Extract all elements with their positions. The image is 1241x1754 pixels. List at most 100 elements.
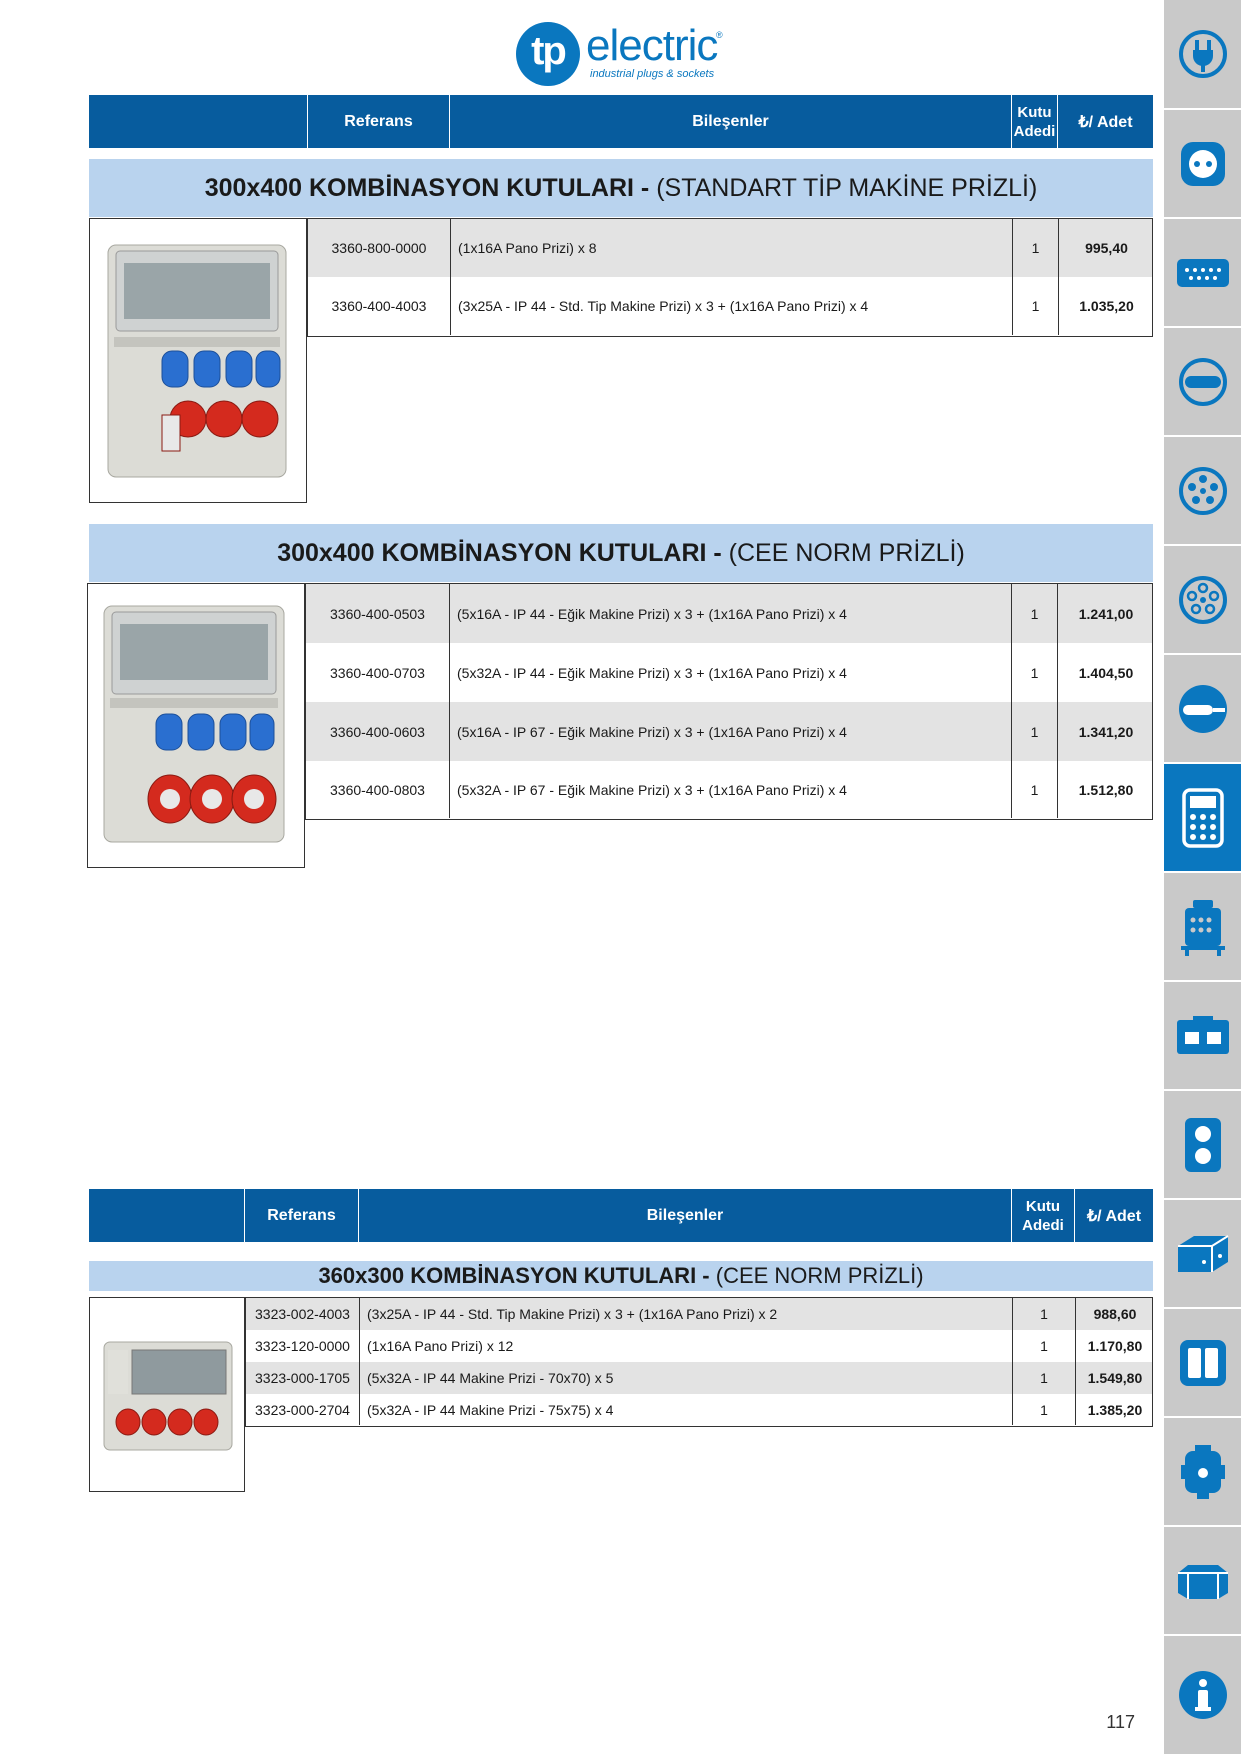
cell-qty: 1 bbox=[1012, 219, 1058, 277]
cell-price: 995,40 bbox=[1058, 219, 1154, 277]
sidebar-tab-multi-pin-plug[interactable] bbox=[1164, 546, 1241, 655]
sidebar-tab-connector-strip[interactable] bbox=[1164, 219, 1241, 328]
info-icon bbox=[1178, 1671, 1227, 1719]
section-title-bold: 300x400 KOMBİNASYON KUTULARI - bbox=[204, 173, 650, 202]
box-icon bbox=[1177, 1234, 1229, 1272]
brand-logo: tp electric ® industrial plugs & sockets bbox=[516, 20, 736, 90]
cell-price: 1.549,80 bbox=[1075, 1362, 1154, 1394]
multi-pin-plug-icon bbox=[1178, 575, 1227, 624]
logo-mark: tp bbox=[516, 22, 580, 86]
section-title-2: 300x400 KOMBİNASYON KUTULARI - (CEE NORM… bbox=[89, 524, 1153, 582]
header-blank bbox=[89, 95, 307, 148]
cell-price: 1.035,20 bbox=[1058, 277, 1154, 335]
logo-tagline: industrial plugs & sockets bbox=[590, 68, 715, 80]
header-blank bbox=[89, 1189, 244, 1242]
product-image-2 bbox=[87, 583, 305, 868]
multi-pin-socket-icon bbox=[1178, 466, 1227, 515]
section-title-bold: 300x400 KOMBİNASYON KUTULARI - bbox=[277, 538, 722, 567]
cell-desc: (1x16A Pano Prizi) x 12 bbox=[359, 1330, 1012, 1362]
cell-qty: 1 bbox=[1012, 277, 1058, 335]
cell-ref: 3360-800-0000 bbox=[331, 240, 427, 256]
connector-strip-icon bbox=[1176, 258, 1229, 287]
cell-price: 1.404,50 bbox=[1057, 643, 1154, 702]
sidebar-tab-cable-plug[interactable] bbox=[1164, 655, 1241, 764]
sidebar-tab-multi-pin-socket[interactable] bbox=[1164, 437, 1241, 546]
cell-desc: (1x16A Pano Prizi) x 8 bbox=[450, 219, 1012, 277]
cell-qty: 1 bbox=[1011, 702, 1057, 761]
table-header-1: Referans Bileşenler Kutu Adedi ₺/ Adet bbox=[89, 95, 1153, 148]
cell-qty: 1 bbox=[1011, 643, 1057, 702]
section-title-bold: 360x300 KOMBİNASYON KUTULARI - bbox=[318, 1263, 710, 1288]
cell-ref: 3360-400-0703 bbox=[330, 664, 425, 681]
distribution-box-icon bbox=[1180, 899, 1225, 956]
junction-box-icon bbox=[1177, 1564, 1228, 1599]
cell-qty: 1 bbox=[1012, 1298, 1075, 1330]
cell-desc: (5x32A - IP 67 - Eğik Makine Prizi) x 3 … bbox=[449, 761, 1011, 818]
cell-qty: 1 bbox=[1012, 1394, 1075, 1425]
table-row: 3360-400-0603 (5x16A - IP 67 - Eğik Maki… bbox=[306, 702, 1152, 761]
cell-price: 988,60 bbox=[1075, 1298, 1154, 1330]
sidebar-tab-info[interactable] bbox=[1164, 1636, 1241, 1754]
table-row: 3360-400-0503 (5x16A - IP 44 - Eğik Maki… bbox=[306, 584, 1152, 643]
cell-desc: (3x25A - IP 44 - Std. Tip Makine Prizi) … bbox=[450, 277, 1012, 335]
cylinder-box-icon bbox=[1180, 1444, 1225, 1499]
sidebar-tab-round-plug[interactable] bbox=[1164, 328, 1241, 437]
combination-box-photo bbox=[103, 1341, 233, 1451]
cell-price: 1.385,20 bbox=[1075, 1394, 1154, 1425]
table-row: 3323-120-0000 (1x16A Pano Prizi) x 12 1 … bbox=[246, 1330, 1152, 1362]
panel-icon bbox=[1179, 1339, 1226, 1386]
double-socket-icon bbox=[1184, 1117, 1221, 1172]
header-price: ₺/ Adet bbox=[1074, 1189, 1153, 1242]
section-title-light: (CEE NORM PRİZLİ) bbox=[715, 1263, 924, 1288]
sidebar-tab-plug[interactable] bbox=[1164, 0, 1241, 110]
sidebar-tab-socket[interactable] bbox=[1164, 110, 1241, 219]
cell-qty: 1 bbox=[1012, 1330, 1075, 1362]
sidebar-tab-cylinder-box[interactable] bbox=[1164, 1418, 1241, 1527]
socket-icon bbox=[1180, 141, 1225, 186]
cell-ref: 3323-000-2704 bbox=[255, 1401, 350, 1418]
header-kutu-adedi: Kutu Adedi bbox=[1011, 1189, 1074, 1242]
cell-price: 1.241,00 bbox=[1057, 584, 1154, 643]
sidebar-tab-panel[interactable] bbox=[1164, 1309, 1241, 1418]
cell-qty: 1 bbox=[1011, 584, 1057, 643]
header-referans: Referans bbox=[307, 95, 449, 148]
combination-box-icon bbox=[1181, 787, 1224, 848]
cell-desc: (5x32A - IP 44 Makine Prizi - 75x75) x 4 bbox=[359, 1394, 1012, 1425]
table-row: 3323-002-4003 (3x25A - IP 44 - Std. Tip … bbox=[246, 1298, 1152, 1330]
logo-word: electric bbox=[586, 21, 718, 70]
plug-icon bbox=[1178, 30, 1227, 78]
cell-price: 1.512,80 bbox=[1057, 761, 1154, 818]
product-table-2: 3360-400-0503 (5x16A - IP 44 - Eğik Maki… bbox=[305, 583, 1153, 820]
sidebar-tab-combination-box[interactable] bbox=[1164, 764, 1241, 873]
product-table-1: 3360-800-0000 (1x16A Pano Prizi) x 8 1 9… bbox=[307, 218, 1153, 337]
logo-registered: ® bbox=[716, 30, 723, 40]
product-image-1 bbox=[89, 218, 307, 503]
cell-ref: 3323-002-4003 bbox=[255, 1306, 350, 1322]
sidebar-tab-box[interactable] bbox=[1164, 1200, 1241, 1309]
cell-desc: (5x16A - IP 67 - Eğik Makine Prizi) x 3 … bbox=[449, 702, 1011, 761]
sidebar-tab-distribution-box[interactable] bbox=[1164, 873, 1241, 982]
sidebar-tab-double-socket[interactable] bbox=[1164, 1091, 1241, 1200]
sidebar-tab-enclosure[interactable] bbox=[1164, 982, 1241, 1091]
header-bilesenler: Bileşenler bbox=[358, 1189, 1011, 1242]
table-row: 3360-800-0000 (1x16A Pano Prizi) x 8 1 9… bbox=[308, 219, 1152, 277]
cell-price: 1.170,80 bbox=[1075, 1330, 1154, 1362]
cell-ref: 3360-400-4003 bbox=[331, 298, 427, 314]
round-plug-icon bbox=[1178, 357, 1227, 406]
section-title-1: 300x400 KOMBİNASYON KUTULARI - (STANDART… bbox=[89, 159, 1153, 217]
table-row: 3360-400-0803 (5x32A - IP 67 - Eğik Maki… bbox=[306, 761, 1152, 818]
sidebar-tab-junction-box[interactable] bbox=[1164, 1527, 1241, 1636]
page-number: 117 bbox=[1106, 1712, 1135, 1732]
header-referans: Referans bbox=[244, 1189, 358, 1242]
cell-ref: 3360-400-0803 bbox=[330, 781, 425, 798]
product-image-3 bbox=[89, 1297, 245, 1492]
table-row: 3323-000-1705 (5x32A - IP 44 Makine Priz… bbox=[246, 1362, 1152, 1394]
section-title-light: (STANDART TİP MAKİNE PRİZLİ) bbox=[656, 173, 1038, 202]
header-kutu-adedi: Kutu Adedi bbox=[1011, 95, 1057, 148]
cell-ref: 3360-400-0503 bbox=[330, 605, 425, 622]
cell-desc: (3x25A - IP 44 - Std. Tip Makine Prizi) … bbox=[359, 1298, 1012, 1330]
cell-price: 1.341,20 bbox=[1057, 702, 1154, 761]
cell-qty: 1 bbox=[1012, 1362, 1075, 1394]
table-row: 3360-400-0703 (5x32A - IP 44 - Eğik Maki… bbox=[306, 643, 1152, 702]
cell-ref: 3323-120-0000 bbox=[255, 1338, 350, 1354]
